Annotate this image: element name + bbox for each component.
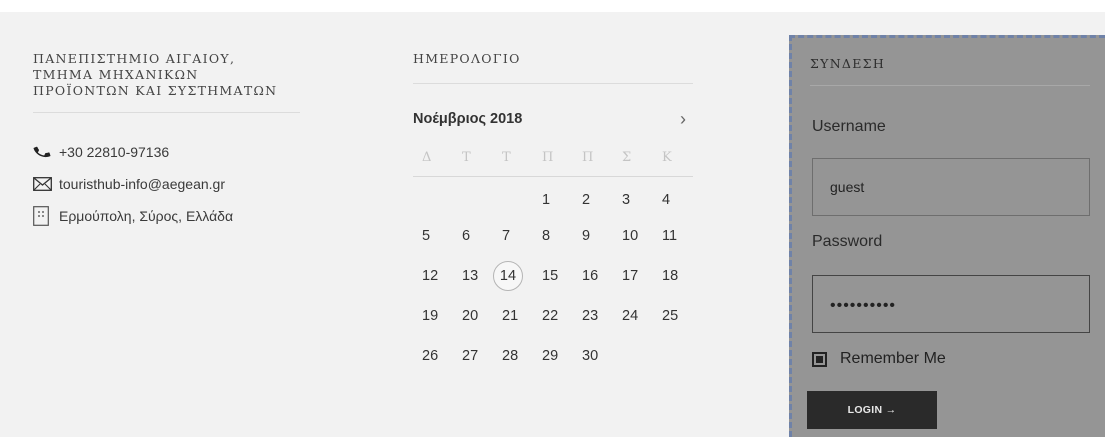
email-link[interactable]: touristhub-info@aegean.gr	[59, 176, 225, 192]
today-marker[interactable]: 14	[493, 261, 523, 291]
calendar-day[interactable]: 1	[533, 176, 573, 216]
institution-title-line: ΤΜΗΜΑ ΜΗΧΑΝΙΚΩΝ	[33, 67, 199, 82]
address-column: ΠΑΝΕΠΙΣΤΗΜΙΟ ΑΙΓΑΙΟΥ, ΤΜΗΜΑ ΜΗΧΑΝΙΚΩΝ ΠΡ…	[33, 51, 300, 236]
calendar-day[interactable]: 12	[413, 256, 453, 296]
institution-title-line: ΠΡΟΪΟΝΤΩΝ ΚΑΙ ΣΥΣΤΗΜΑΤΩΝ	[33, 83, 278, 98]
calendar-day[interactable]: 5	[413, 216, 453, 256]
next-month-chevron-icon[interactable]: ›	[673, 110, 693, 128]
calendar-day-today[interactable]: 14	[493, 256, 533, 296]
divider	[33, 112, 300, 113]
divider	[810, 85, 1090, 86]
calendar-header: Νοέμβριος 2018 ›	[413, 109, 693, 129]
calendar-grid: Δ Τ Τ Π Π Σ Κ 1 2 3 4 5 6 7 8 9 10 11 12…	[413, 140, 693, 376]
calendar-day[interactable]: 24	[613, 296, 653, 336]
contact-list: +30 22810-97136 touristhub-info@aegean.g…	[33, 140, 300, 227]
calendar-day[interactable]: 27	[453, 336, 493, 376]
calendar-week: 19 20 21 22 23 24 25	[413, 296, 693, 336]
calendar-day[interactable]: 13	[453, 256, 493, 296]
username-label: Username	[812, 118, 886, 135]
calendar-day[interactable]: 17	[613, 256, 653, 296]
calendar-day[interactable]: 15	[533, 256, 573, 296]
calendar-day[interactable]: 26	[413, 336, 453, 376]
calendar-title: ΗΜΕΡΟΛΟΓΙΟ	[413, 51, 521, 66]
calendar-day[interactable]: 7	[493, 216, 533, 256]
building-icon	[33, 205, 53, 226]
weekday-label: Π	[573, 140, 613, 177]
weekday-label: Κ	[653, 140, 693, 177]
calendar-day[interactable]: 11	[653, 216, 693, 256]
institution-title-line: ΠΑΝΕΠΙΣΤΗΜΙΟ ΑΙΓΑΙΟΥ,	[33, 51, 236, 66]
weekday-label: Π	[533, 140, 573, 177]
remember-checkbox[interactable]	[812, 351, 827, 367]
calendar-day[interactable]: 29	[533, 336, 573, 376]
calendar-day[interactable]: 21	[493, 296, 533, 336]
calendar-day	[413, 176, 453, 216]
calendar-day[interactable]: 10	[613, 216, 653, 256]
calendar-day[interactable]: 19	[413, 296, 453, 336]
calendar-week: 5 6 7 8 9 10 11	[413, 216, 693, 256]
calendar-day[interactable]: 25	[653, 296, 693, 336]
login-panel: ΣΥΝΔΕΣΗ Username guest Password ••••••••…	[789, 35, 1105, 437]
contact-phone: +30 22810-97136	[33, 140, 300, 163]
calendar-widget: ΗΜΕΡΟΛΟΓΙΟ Νοέμβριος 2018 › Δ Τ Τ Π Π Σ …	[413, 51, 693, 376]
calendar-day[interactable]: 9	[573, 216, 613, 256]
institution-title: ΠΑΝΕΠΙΣΤΗΜΙΟ ΑΙΓΑΙΟΥ, ΤΜΗΜΑ ΜΗΧΑΝΙΚΩΝ ΠΡ…	[33, 51, 300, 99]
calendar-week: 12 13 14 15 16 17 18	[413, 256, 693, 296]
calendar-week: 1 2 3 4	[413, 176, 693, 216]
weekday-label: Τ	[453, 140, 493, 177]
calendar-day[interactable]: 3	[613, 176, 653, 216]
remember-me[interactable]: Remember Me	[812, 350, 946, 368]
divider	[413, 83, 693, 84]
login-button[interactable]: LOGIN →	[807, 391, 937, 429]
password-label: Password	[812, 233, 883, 250]
calendar-day	[493, 176, 533, 216]
weekday-header-row: Δ Τ Τ Π Π Σ Κ	[413, 140, 693, 177]
calendar-day[interactable]: 30	[573, 336, 613, 376]
weekday-label: Δ	[413, 140, 453, 177]
checkbox-check-icon	[816, 355, 823, 363]
calendar-day[interactable]: 2	[573, 176, 613, 216]
calendar-day[interactable]: 20	[453, 296, 493, 336]
calendar-day[interactable]: 4	[653, 176, 693, 216]
phone-icon	[33, 143, 53, 161]
calendar-day	[453, 176, 493, 216]
username-input[interactable]: guest	[812, 158, 1090, 216]
calendar-week: 26 27 28 29 30	[413, 336, 693, 376]
weekday-label: Σ	[613, 140, 653, 177]
login-title: ΣΥΝΔΕΣΗ	[810, 56, 886, 71]
calendar-day[interactable]: 8	[533, 216, 573, 256]
calendar-day[interactable]: 28	[493, 336, 533, 376]
calendar-day[interactable]: 22	[533, 296, 573, 336]
location-text: Ερμούπολη, Σύρος, Ελλάδα	[59, 207, 234, 224]
calendar-month: Νοέμβριος 2018	[413, 111, 523, 127]
calendar-day[interactable]: 18	[653, 256, 693, 296]
calendar-day[interactable]: 16	[573, 256, 613, 296]
envelope-icon	[33, 175, 53, 193]
contact-location: Ερμούπολη, Σύρος, Ελλάδα	[33, 204, 300, 227]
weekday-label: Τ	[493, 140, 533, 177]
contact-email[interactable]: touristhub-info@aegean.gr	[33, 172, 300, 195]
password-input[interactable]: ••••••••••	[812, 275, 1090, 333]
calendar-day[interactable]: 6	[453, 216, 493, 256]
calendar-day	[653, 336, 693, 376]
phone-number: +30 22810-97136	[59, 143, 170, 160]
calendar-day[interactable]: 23	[573, 296, 613, 336]
calendar-day	[613, 336, 653, 376]
remember-label: Remember Me	[840, 350, 946, 367]
